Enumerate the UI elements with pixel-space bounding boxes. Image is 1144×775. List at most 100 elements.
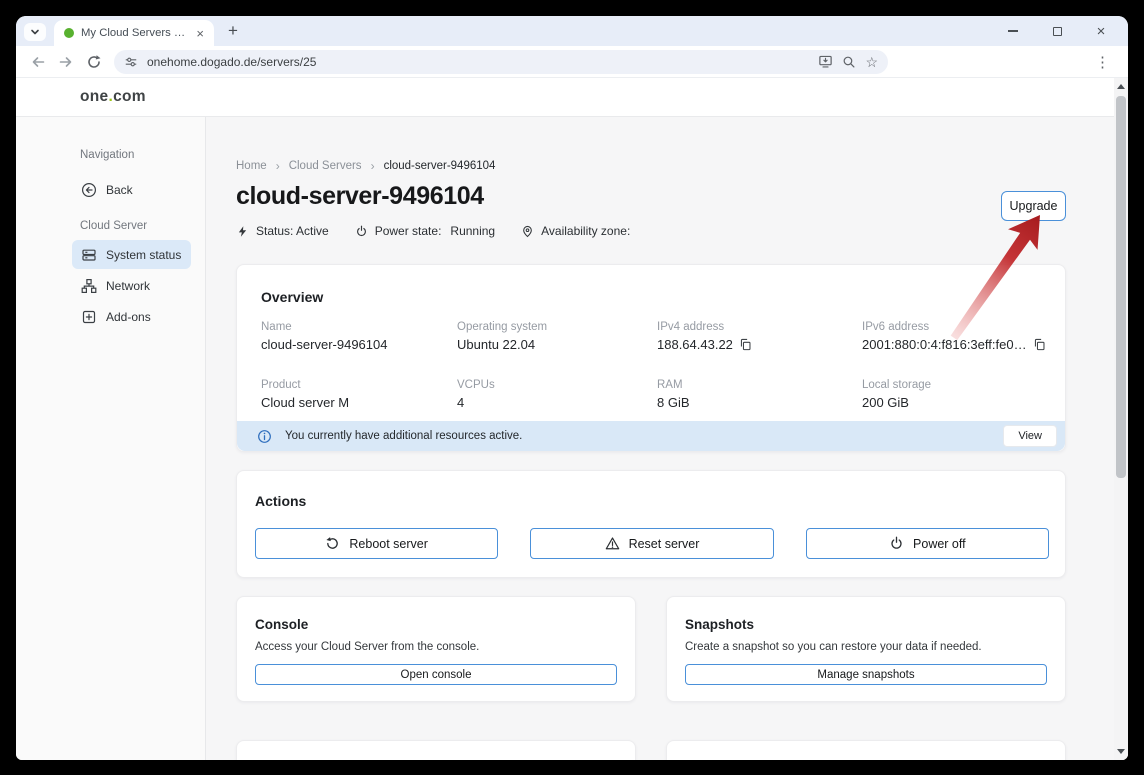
sidebar-item-label: Add-ons: [106, 310, 151, 324]
copy-icon[interactable]: [739, 338, 752, 351]
overview-card: Overview Name cloud-server-9496104 Opera…: [236, 264, 1066, 452]
tab-title: My Cloud Servers - oneVPS: [81, 27, 186, 39]
cloud-server-section-label: Cloud Server: [80, 220, 205, 232]
sidebar-back-label: Back: [106, 183, 133, 197]
navigation-label: Navigation: [80, 149, 205, 161]
browser-window: My Cloud Servers - oneVPS × + × onehome.…: [16, 16, 1128, 760]
upgrade-button[interactable]: Upgrade: [1001, 191, 1066, 221]
network-settings-card: Network settings: [666, 740, 1066, 760]
sidebar-item-label: Network: [106, 279, 150, 293]
availability-zone-label: Availability zone:: [541, 224, 630, 238]
breadcrumb-home[interactable]: Home: [236, 160, 267, 172]
availability-zone-chip: Availability zone:: [521, 224, 639, 238]
reboot-server-button[interactable]: Reboot server: [255, 528, 498, 559]
power-icon: [889, 536, 904, 551]
status-text: Status: Active: [256, 224, 329, 238]
breadcrumb-current: cloud-server-9496104: [384, 160, 496, 172]
app-header: one.com: [16, 78, 1128, 117]
address-bar[interactable]: onehome.dogado.de/servers/25 ☆: [114, 50, 888, 74]
install-app-icon[interactable]: [818, 54, 833, 69]
system-status-icon: [81, 247, 97, 263]
open-console-button[interactable]: Open console: [255, 664, 617, 685]
snapshots-title: Snapshots: [685, 617, 1047, 632]
power-state-value: Running: [450, 224, 495, 238]
copy-icon[interactable]: [1033, 338, 1046, 351]
tab-close-icon[interactable]: ×: [193, 26, 207, 41]
reboot-icon: [325, 536, 340, 551]
minimize-button[interactable]: [1006, 24, 1020, 38]
close-window-button[interactable]: ×: [1094, 24, 1108, 38]
new-tab-button[interactable]: +: [224, 21, 242, 41]
overview-title: Overview: [261, 289, 1041, 305]
sidebar: Navigation Back Cloud Server System stat…: [16, 117, 206, 760]
overview-field-os: Operating system Ubuntu 22.04: [457, 321, 657, 352]
view-button[interactable]: View: [1003, 425, 1057, 447]
sidebar-item-network[interactable]: Network: [72, 271, 191, 300]
resources-banner: You currently have additional resources …: [237, 421, 1065, 451]
tab-search-button[interactable]: [24, 23, 46, 41]
actions-card: Actions Reboot server Reset server: [236, 470, 1066, 578]
power-off-button[interactable]: Power off: [806, 528, 1049, 559]
reset-server-button[interactable]: Reset server: [530, 528, 773, 559]
reload-button[interactable]: [80, 48, 108, 76]
browser-tab[interactable]: My Cloud Servers - oneVPS ×: [54, 20, 214, 46]
zoom-icon[interactable]: [842, 55, 856, 69]
power-state-icon: [355, 225, 368, 238]
sidebar-item-label: System status: [106, 248, 181, 262]
scroll-down-icon[interactable]: [1117, 749, 1125, 754]
overview-field-storage: Local storage 200 GiB: [862, 379, 1046, 410]
breadcrumb-separator: ›: [371, 159, 375, 173]
back-button[interactable]: [24, 48, 52, 76]
status-bolt-icon: [236, 225, 249, 238]
sidebar-item-system-status[interactable]: System status: [72, 240, 191, 269]
overview-field-name: Name cloud-server-9496104: [261, 321, 457, 352]
window-controls: ×: [1006, 16, 1128, 46]
sidebar-item-back[interactable]: Back: [72, 175, 191, 204]
overview-field-vcpus: VCPUs 4: [457, 379, 657, 410]
console-title: Console: [255, 617, 617, 632]
power-state-chip: Power state: Running: [355, 224, 495, 238]
url-text[interactable]: onehome.dogado.de/servers/25: [147, 55, 316, 69]
warning-icon: [605, 536, 620, 551]
reload-icon: [86, 54, 102, 70]
sidebar-item-add-ons[interactable]: Add-ons: [72, 302, 191, 331]
main-content: Home › Cloud Servers › cloud-server-9496…: [206, 117, 1128, 760]
back-circle-icon: [81, 182, 97, 198]
location-pin-icon: [521, 225, 534, 238]
forward-button[interactable]: [52, 48, 80, 76]
scrollbar-thumb[interactable]: [1116, 96, 1126, 478]
overview-field-product: Product Cloud server M: [261, 379, 457, 410]
manage-snapshots-button[interactable]: Manage snapshots: [685, 664, 1047, 685]
banner-text: You currently have additional resources …: [285, 430, 522, 442]
overview-field-ipv6: IPv6 address 2001:880:0:4:f816:3eff:fe0…: [862, 321, 1046, 352]
breadcrumb-cloud-servers[interactable]: Cloud Servers: [289, 160, 362, 172]
tab-strip: My Cloud Servers - oneVPS × + ×: [16, 16, 1128, 46]
chevron-down-icon: [29, 26, 41, 38]
scroll-up-icon[interactable]: [1117, 84, 1125, 89]
browser-menu-icon[interactable]: ⋮: [1095, 53, 1110, 71]
status-chip: Status: Active: [236, 224, 329, 238]
maximize-button[interactable]: [1050, 24, 1064, 38]
snapshots-description: Create a snapshot so you can restore you…: [685, 641, 1047, 653]
status-row: Status: Active Power state: Running Avai…: [236, 224, 1066, 238]
power-state-label: Power state:: [375, 224, 442, 238]
browser-toolbar: onehome.dogado.de/servers/25 ☆ ⋮: [16, 46, 1128, 78]
forward-arrow-icon: [58, 54, 74, 70]
overview-field-ipv4: IPv4 address 188.64.43.22: [657, 321, 862, 352]
breadcrumb-separator: ›: [276, 159, 280, 173]
one-com-logo[interactable]: one.com: [80, 88, 146, 106]
console-card: Console Access your Cloud Server from th…: [236, 596, 636, 702]
site-info-icon[interactable]: [124, 55, 138, 69]
overview-grid: Name cloud-server-9496104 Operating syst…: [261, 321, 1041, 410]
back-arrow-icon: [30, 54, 46, 70]
overview-field-ram: RAM 8 GiB: [657, 379, 862, 410]
snapshots-card: Snapshots Create a snapshot so you can r…: [666, 596, 1066, 702]
actions-title: Actions: [255, 493, 1049, 509]
page-title: cloud-server-9496104: [236, 182, 1066, 211]
add-ons-icon: [81, 309, 97, 325]
network-icon: [81, 278, 97, 294]
console-description: Access your Cloud Server from the consol…: [255, 641, 617, 653]
redeploy-server-card: Redeploy server: [236, 740, 636, 760]
page-scrollbar[interactable]: [1114, 78, 1128, 760]
bookmark-star-icon[interactable]: ☆: [865, 55, 878, 69]
